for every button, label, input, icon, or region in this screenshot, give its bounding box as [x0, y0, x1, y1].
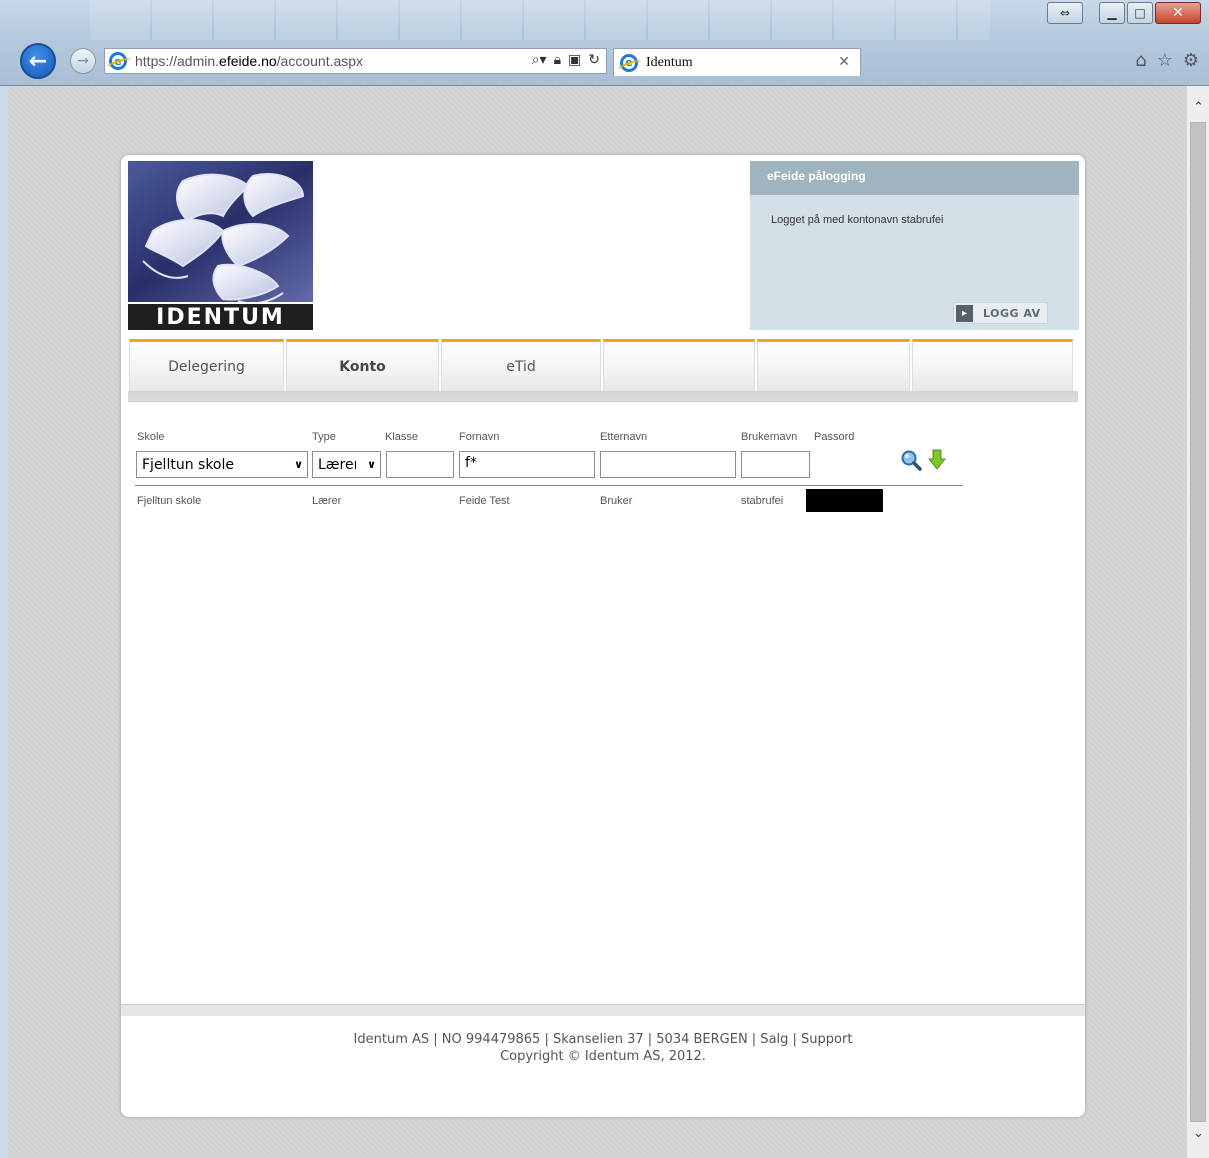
- footer-divider: [121, 1004, 1085, 1016]
- login-panel: eFeide pålogging Logget på med kontonavn…: [750, 161, 1079, 330]
- forward-arrow-icon: →: [77, 53, 89, 69]
- logout-arrow-icon: ▸: [956, 304, 973, 322]
- tab-empty-5[interactable]: [757, 339, 910, 391]
- close-icon: ✕: [1172, 5, 1184, 21]
- skole-select[interactable]: Fjelltun skole ∨: [136, 451, 308, 478]
- maximize-icon: □: [1134, 6, 1146, 20]
- home-icon[interactable]: ⌂: [1135, 50, 1146, 71]
- resize-arrows-icon: ⇔: [1059, 6, 1071, 20]
- back-arrow-icon: ←: [28, 48, 48, 74]
- maximize-button[interactable]: □: [1127, 2, 1153, 24]
- tab-empty-6[interactable]: [912, 339, 1073, 391]
- lock-icon[interactable]: 🔒︎: [554, 52, 561, 68]
- cell-brukernavn: stabrufei: [741, 495, 784, 507]
- tab-ie-logo-icon: e: [620, 53, 638, 72]
- footer-company-line: Identum AS | NO 994479865 | Skanselien 3…: [353, 1032, 853, 1047]
- tab-title: Identum: [646, 54, 693, 70]
- ie-logo-icon: e: [109, 52, 127, 70]
- browser-chrome: ⇔ ▁ □ ✕ ← → e https://admin.efeide.no/ac…: [0, 0, 1209, 86]
- scroll-thumb[interactable]: [1190, 122, 1206, 1122]
- form-divider: [135, 485, 963, 486]
- tab-etid[interactable]: eTid: [441, 339, 601, 391]
- filter-actions: [900, 449, 946, 471]
- skole-select-value: Fjelltun skole: [142, 456, 234, 473]
- address-bar-icons: ⌕▾ 🔒︎ ▣ ↻: [532, 52, 600, 68]
- address-url[interactable]: https://admin.efeide.no/account.aspx: [135, 53, 363, 69]
- label-brukernavn: Brukernavn: [741, 431, 798, 443]
- scroll-down-icon[interactable]: ⌄: [1187, 1122, 1209, 1144]
- type-select-value: Lærer: [318, 456, 356, 473]
- tab-konto[interactable]: Konto: [286, 339, 439, 391]
- window-left-edge: [0, 86, 8, 1158]
- snap-button[interactable]: ⇔: [1047, 2, 1083, 24]
- scroll-up-icon[interactable]: ⌃: [1187, 96, 1209, 118]
- tab-empty-4[interactable]: [603, 339, 755, 391]
- url-prefix: https://admin.: [135, 53, 220, 69]
- brukernavn-input[interactable]: [741, 451, 810, 478]
- download-arrow-icon[interactable]: [928, 449, 946, 471]
- login-panel-header: eFeide pålogging: [750, 161, 1079, 195]
- logo-wordmark: IDENTUM: [128, 302, 313, 330]
- fornavn-input[interactable]: f*: [459, 451, 595, 478]
- settings-gear-icon[interactable]: ⚙: [1183, 50, 1199, 71]
- favorites-star-icon[interactable]: ☆: [1157, 50, 1173, 71]
- search-dropdown-icon[interactable]: ⌕▾: [532, 52, 547, 68]
- cell-etternavn: Bruker: [600, 495, 633, 507]
- main-nav-tabs: Delegering Konto eTid: [129, 339, 1075, 391]
- vertical-scrollbar[interactable]: ⌃ ⌄: [1186, 86, 1209, 1158]
- chevron-down-icon: ∨: [294, 458, 303, 471]
- browser-tab[interactable]: e Identum ✕: [613, 48, 861, 76]
- logout-label: LOGG AV: [983, 306, 1041, 320]
- close-window-button[interactable]: ✕: [1155, 2, 1201, 24]
- label-fornavn: Fornavn: [459, 431, 500, 443]
- label-skole: Skole: [137, 431, 165, 443]
- address-bar[interactable]: e https://admin.efeide.no/account.aspx ⌕…: [104, 48, 607, 74]
- forward-button[interactable]: →: [70, 48, 96, 74]
- klasse-input[interactable]: [386, 451, 454, 478]
- cell-fornavn: Feide Test: [459, 495, 510, 507]
- minimize-icon: ▁: [1107, 6, 1117, 20]
- tab-delegering[interactable]: Delegering: [129, 339, 284, 391]
- search-icon[interactable]: [900, 449, 922, 471]
- url-domain: efeide.no: [219, 53, 277, 69]
- tab-close-icon[interactable]: ✕: [838, 54, 850, 70]
- browser-tools: ⌂ ☆ ⚙: [1135, 50, 1199, 71]
- etternavn-input[interactable]: [600, 451, 736, 478]
- login-status-text: Logget på med kontonavn stabrufei: [771, 214, 944, 226]
- footer: Identum AS | NO 994479865 | Skanselien 3…: [121, 1031, 1085, 1065]
- refresh-icon[interactable]: ↻: [588, 52, 600, 68]
- cell-passord-redacted: [806, 489, 883, 512]
- cell-type: Lærer: [312, 495, 342, 507]
- footer-copyright: Copyright © Identum AS, 2012.: [500, 1049, 706, 1064]
- label-type: Type: [312, 431, 336, 443]
- type-select[interactable]: Lærer ∨: [312, 451, 381, 478]
- chevron-down-icon: ∨: [367, 458, 376, 471]
- label-klasse: Klasse: [385, 431, 419, 443]
- logout-button[interactable]: ▸ LOGG AV: [953, 302, 1048, 324]
- background-window-ghost: [90, 0, 990, 40]
- label-etternavn: Etternavn: [600, 431, 648, 443]
- url-path: /account.aspx: [276, 53, 364, 69]
- cell-skole: Fjelltun skole: [137, 495, 202, 507]
- identum-logo: IDENTUM: [128, 161, 313, 330]
- tab-content-band: [128, 391, 1078, 402]
- back-button[interactable]: ←: [20, 43, 56, 79]
- compat-view-icon[interactable]: ▣: [568, 52, 581, 68]
- label-passord: Passord: [814, 431, 855, 443]
- window-controls: ⇔ ▁ □ ✕: [1047, 2, 1201, 24]
- page-card: IDENTUM eFeide pålogging Logget på med k…: [121, 155, 1085, 1117]
- minimize-button[interactable]: ▁: [1099, 2, 1125, 24]
